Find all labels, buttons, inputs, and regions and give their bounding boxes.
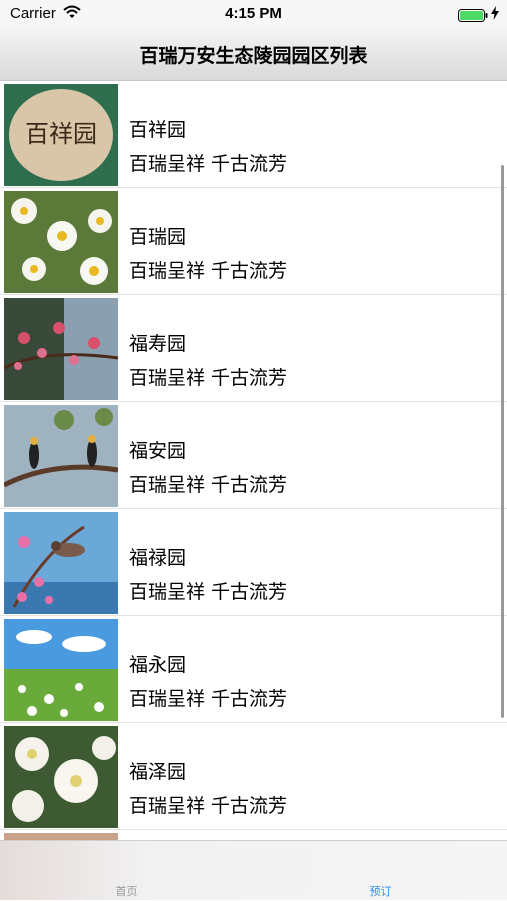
charging-icon [491, 5, 499, 24]
list-item-thumbnail [4, 726, 118, 828]
scroll-indicator[interactable] [501, 165, 504, 718]
list-item-title: 百瑞园 [129, 226, 187, 248]
list-item-thumbnail [4, 619, 118, 721]
tab-booking[interactable]: 预订 [254, 841, 507, 901]
list-item-subtitle: 百瑞呈祥 千古流芳 [129, 474, 288, 496]
tab-home-label: 首页 [115, 885, 138, 898]
list-item-thumbnail [4, 833, 118, 840]
cemetery-area-list[interactable]: 百祥园 百祥园 百瑞呈祥 千古流芳 百瑞园 百瑞呈祥 千古流芳 福寿园 百瑞呈祥… [0, 81, 507, 840]
list-item-thumbnail [4, 405, 118, 507]
status-bar: Carrier 4:15 PM [0, 0, 507, 28]
list-item-subtitle: 百瑞呈祥 千古流芳 [129, 581, 288, 603]
thumbnail-logo-text: 百祥园 [25, 120, 97, 148]
list-item-thumbnail: 百祥园 [4, 84, 118, 186]
list-item-title: 百祥园 [129, 119, 187, 141]
list-item-title: 福禄园 [129, 547, 187, 569]
list-item-subtitle: 百瑞呈祥 千古流芳 [129, 688, 288, 710]
list-item[interactable]: 福禄园 百瑞呈祥 千古流芳 [0, 509, 507, 616]
list-item[interactable]: 百瑞园 百瑞呈祥 千古流芳 [0, 188, 507, 295]
list-item-subtitle: 百瑞呈祥 千古流芳 [129, 367, 288, 389]
list-item[interactable]: 百祥园 百祥园 百瑞呈祥 千古流芳 [0, 81, 507, 188]
list-item[interactable]: 福永园 百瑞呈祥 千古流芳 [0, 616, 507, 723]
tab-bar: 首页 预订 [0, 840, 507, 900]
list-item[interactable]: 福寿园 百瑞呈祥 千古流芳 [0, 295, 507, 402]
list-item-subtitle: 百瑞呈祥 千古流芳 [129, 795, 288, 817]
list-item[interactable]: 福泽园 百瑞呈祥 千古流芳 [0, 723, 507, 830]
list-item[interactable]: 福安园 百瑞呈祥 千古流芳 [0, 402, 507, 509]
tab-home[interactable]: 首页 [0, 841, 253, 901]
page-title: 百瑞万安生态陵园园区列表 [139, 45, 368, 67]
list-item-title: 福安园 [129, 440, 187, 462]
list-item-thumbnail [4, 298, 118, 400]
list-item-title: 福寿园 [129, 333, 187, 355]
list-item-subtitle: 百瑞呈祥 千古流芳 [129, 260, 288, 282]
list-item-subtitle: 百瑞呈祥 千古流芳 [129, 153, 288, 175]
battery-icon [458, 7, 488, 22]
navigation-bar: 百瑞万安生态陵园园区列表 [0, 28, 507, 81]
tab-booking-label: 预订 [369, 885, 392, 898]
list-item-thumbnail [4, 512, 118, 614]
list-item[interactable] [0, 830, 507, 840]
clock: 4:15 PM [225, 5, 282, 22]
list-item-title: 福泽园 [129, 761, 187, 783]
list-item-title: 福永园 [129, 654, 187, 676]
list-item-thumbnail [4, 191, 118, 293]
